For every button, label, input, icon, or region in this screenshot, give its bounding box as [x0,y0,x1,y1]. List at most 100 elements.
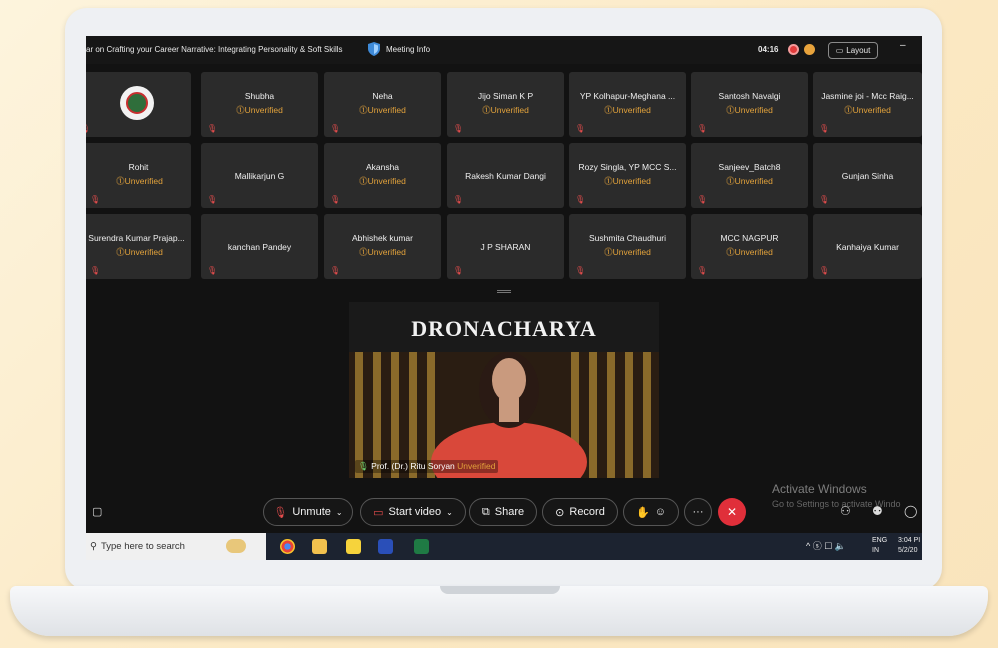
participant-status: ⓵Unverified [726,247,773,257]
minimize-button[interactable]: – [900,40,906,51]
participant-tile[interactable]: kanchan Pandey 🎙 [201,214,318,279]
file-explorer-icon[interactable] [312,539,327,554]
layout-button[interactable]: ▭ Layout [828,42,878,59]
participant-name: Rozy Singla, YP MCC S... [578,162,677,172]
participant-tile[interactable]: Rakesh Kumar Dangi 🎙 [447,143,564,208]
meeting-info-link[interactable]: Meeting Info [386,45,430,54]
close-icon: ✕ [726,505,738,519]
tray-icons[interactable]: ^ ⓢ ☐ 🔈 [806,539,846,552]
webex-icon[interactable] [378,539,393,554]
video-off-icon: ▭ [373,506,384,519]
chat-bubble-icon[interactable]: ◯ [904,504,917,518]
participant-tile[interactable]: Shubha ⓵Unverified 🎙 [201,72,318,137]
participant-name: Sanjeev_Batch8 [718,162,781,172]
chrome-icon[interactable] [280,539,295,554]
participant-tile[interactable]: Neha ⓵Unverified 🎙 [324,72,441,137]
participant-status: ⓵Unverified [116,247,163,257]
status-indicator-icon [804,44,815,55]
participants-icon[interactable]: ⚇ [840,504,851,518]
mic-muted-icon: 🎙 [330,124,341,133]
participant-tile[interactable]: Surendra Kumar Prajap... ⓵Unverified 🎙 [86,214,191,279]
user-settings-icon[interactable]: ⚉ [872,504,883,518]
sticky-notes-icon[interactable] [346,539,361,554]
chat-icon[interactable]: ▢ [92,505,102,518]
mic-muted-icon: 🎙 [453,266,464,275]
participant-name: Mallikarjun G [234,171,285,181]
participant-name: J P SHARAN [480,242,531,252]
mic-muted-icon: 🎙 [819,124,830,133]
participant-name: Akansha [365,162,400,172]
mic-muted-icon: 🎙 [207,124,218,133]
participant-tile[interactable]: Jijo Siman K P ⓵Unverified 🎙 [447,72,564,137]
language-code: ENG [872,537,888,544]
participant-tile[interactable]: Abhishek kumar ⓵Unverified 🎙 [324,214,441,279]
participant-status: ⓵Unverified [482,105,529,115]
participant-status: ⓵Unverified [726,176,773,186]
participant-name: Surendra Kumar Prajap... [88,233,185,243]
participant-status: ⓵Unverified [604,176,651,186]
participant-tile[interactable]: Sanjeev_Batch8 ⓵Unverified 🎙 [691,143,808,208]
participant-tile[interactable]: 🎙 [86,72,191,137]
mic-muted-icon: 🎙 [330,195,341,204]
mic-muted-icon: 🎙 [819,266,830,275]
meeting-window: ar on Crafting your Career Narrative: In… [86,36,922,560]
participant-status: ⓵Unverified [726,105,773,115]
speaker-status: Unverified [457,461,496,471]
end-meeting-button[interactable]: ✕ [718,498,746,526]
mic-muted-icon: 🎙 [575,266,586,275]
unmute-button[interactable]: 🎙 Unmute ⌄ [263,498,353,526]
raise-hand-icon: ✋ [636,506,650,519]
start-video-button[interactable]: ▭ Start video ⌄ [360,498,466,526]
participant-name: Neha [372,91,393,101]
participant-name: kanchan Pandey [227,242,292,252]
record-icon: ⊙ [555,506,565,519]
unmute-label: Unmute [292,506,331,518]
participant-name: Rohit [128,162,149,172]
shield-icon [368,42,380,56]
participant-name: Jijo Siman K P [477,91,534,101]
participant-name: Sushmita Chaudhuri [588,233,666,243]
participant-tile[interactable]: J P SHARAN 🎙 [447,214,564,279]
taskbar-search[interactable]: ⚲ Type here to search [86,533,266,560]
active-speaker-video[interactable]: DRONACHARYA 🎙 Prof. (Dr.) Ritu Soryan Un… [349,302,659,478]
video-banner-text: DRONACHARYA [411,316,597,341]
mic-muted-icon: 🎙 [697,195,708,204]
participant-name: Santosh Navalgi [718,91,781,101]
mic-muted-icon: 🎙 [575,124,586,133]
participant-status: ⓵Unverified [359,176,406,186]
participant-name: Shubha [244,91,275,101]
record-button[interactable]: ⊙ Record [542,498,618,526]
share-label: Share [494,506,525,518]
taskbar-clock[interactable]: 3:04 PI 5/2/20 [898,536,920,556]
participant-tile[interactable]: Santosh Navalgi ⓵Unverified 🎙 [691,72,808,137]
participant-tile[interactable]: Akansha ⓵Unverified 🎙 [324,143,441,208]
language-indicator[interactable]: ENG IN [872,536,887,556]
participant-tile[interactable]: YP Kolhapur-Meghana ... ⓵Unverified 🎙 [569,72,686,137]
more-label: ··· [692,506,704,518]
chevron-down-icon: ⌄ [335,507,343,517]
reactions-button[interactable]: ✋ ☺ [623,498,679,526]
participant-tile[interactable]: Kanhaiya Kumar 🎙 [813,214,922,279]
participant-tile[interactable]: MCC NAGPUR ⓵Unverified 🎙 [691,214,808,279]
more-options-button[interactable]: ··· [684,498,712,526]
mic-muted-icon: 🎙 [90,195,101,204]
participant-status: ⓵Unverified [116,176,163,186]
search-placeholder: Type here to search [100,541,185,552]
participant-tile[interactable]: Sushmita Chaudhuri ⓵Unverified 🎙 [569,214,686,279]
share-button[interactable]: ⧉ Share [469,498,537,526]
layout-label: Layout [846,46,871,55]
excel-icon[interactable] [414,539,429,554]
mic-muted-icon: 🎙 [90,266,101,275]
participant-tile[interactable]: Gunjan Sinha 🎙 [813,143,922,208]
participant-name: Abhishek kumar [352,233,413,243]
participant-tile[interactable]: Jasmine joi - Mcc Raig... ⓵Unverified 🎙 [813,72,922,137]
speaker-name: Prof. (Dr.) Ritu Soryan [371,461,455,471]
participant-tile[interactable]: Mallikarjun G 🎙 [201,143,318,208]
participant-name: Jasmine joi - Mcc Raig... [821,91,914,101]
participant-tile[interactable]: Rohit ⓵Unverified 🎙 [86,143,191,208]
record-label: Record [569,506,605,518]
meeting-title: ar on Crafting your Career Narrative: In… [86,45,343,54]
participant-tile[interactable]: Rozy Singla, YP MCC S... ⓵Unverified 🎙 [569,143,686,208]
resize-handle[interactable] [497,290,511,294]
participant-status: ⓵Unverified [359,247,406,257]
